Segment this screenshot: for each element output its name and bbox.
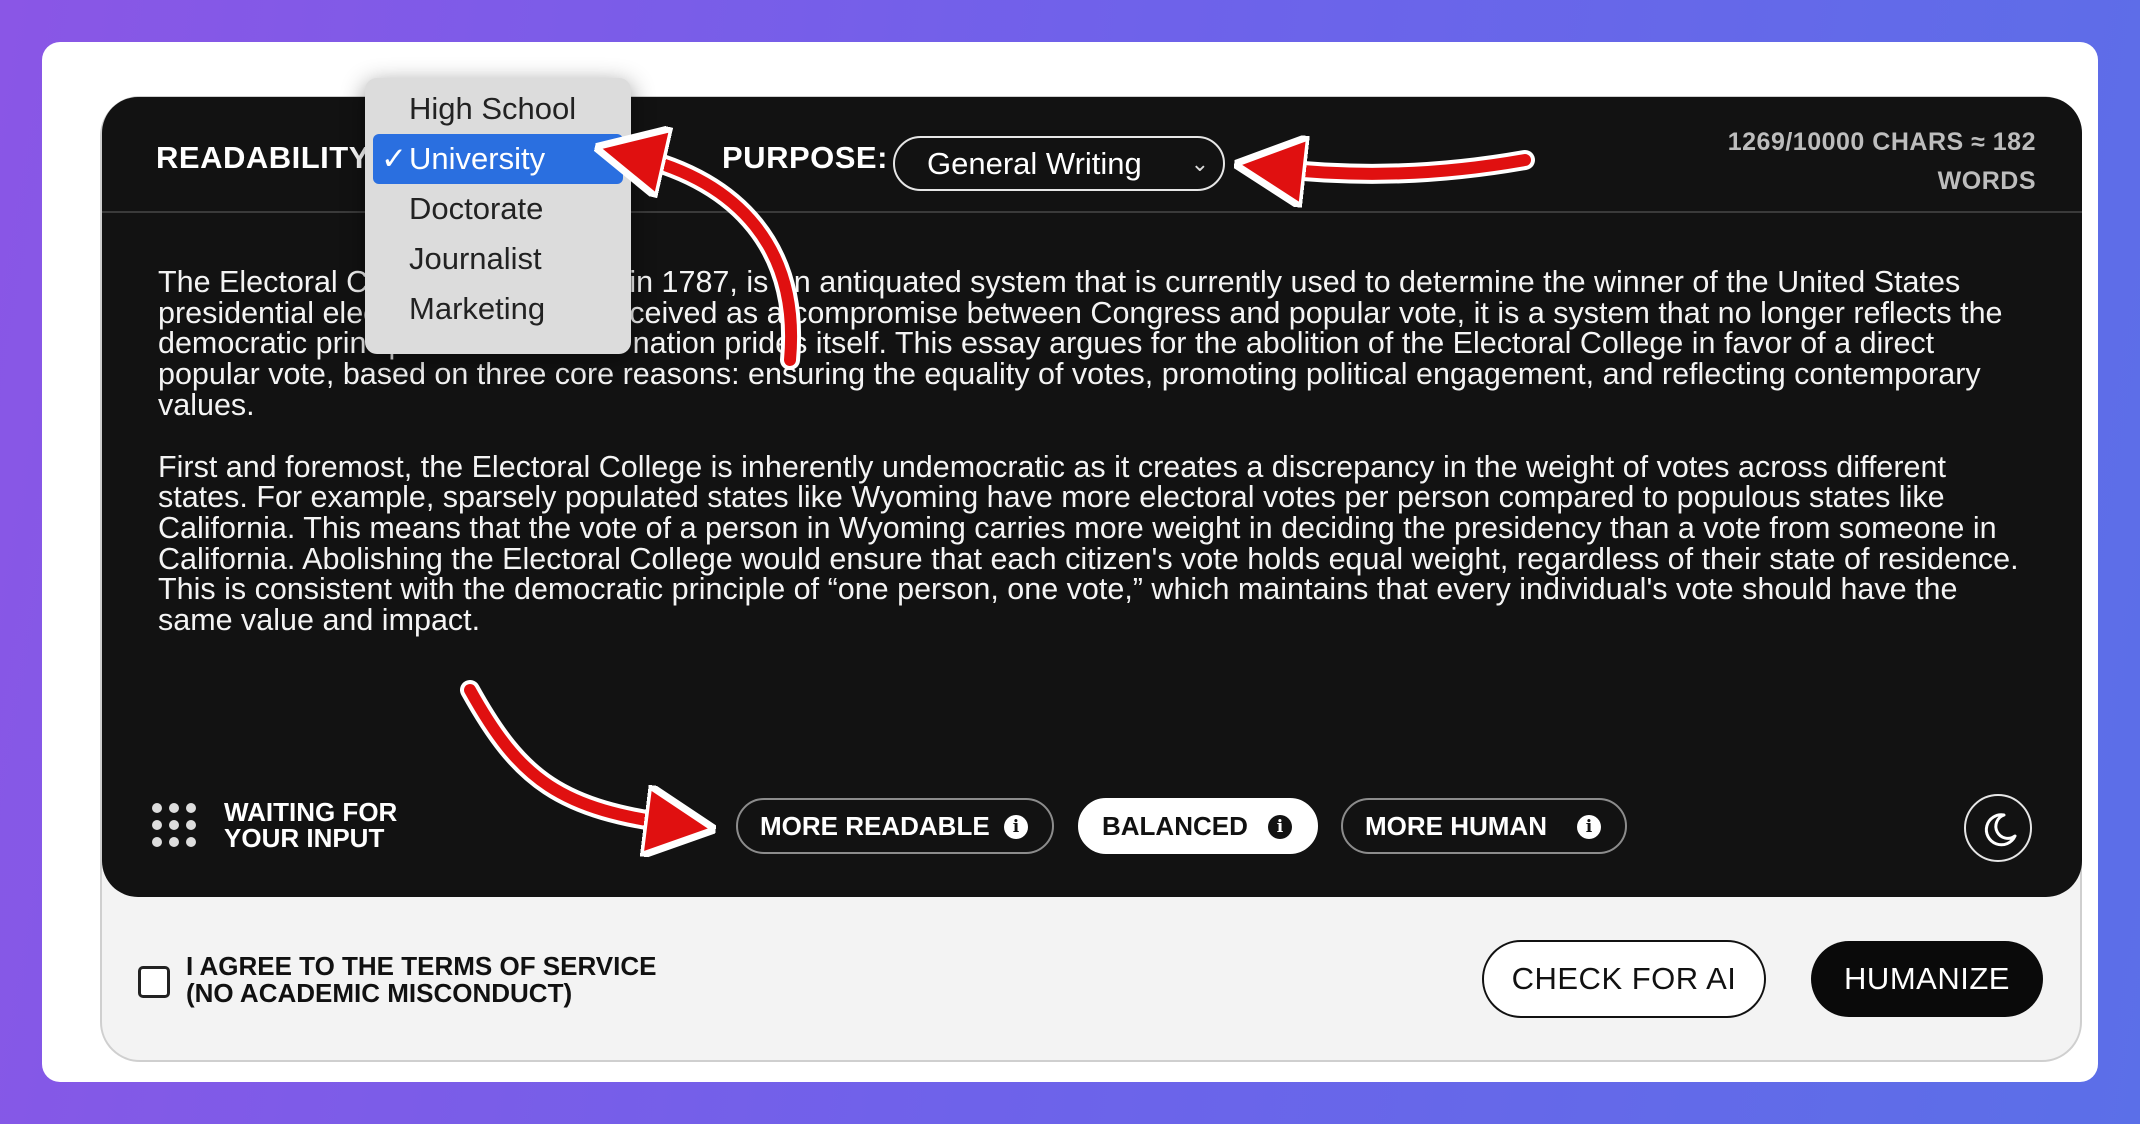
chevron-down-icon: ⌄ — [1190, 151, 1209, 176]
option-label: Journalist — [409, 241, 542, 276]
mode-label: MORE HUMAN — [1365, 811, 1547, 841]
purpose-select[interactable]: General Writing ⌄ — [893, 136, 1225, 191]
readability-dropdown[interactable]: High School ✓ University Doctorate Journ… — [365, 78, 631, 354]
readability-option-doctorate[interactable]: Doctorate — [373, 184, 623, 234]
mode-label: BALANCED — [1102, 811, 1248, 841]
checkmark-icon: ✓ — [381, 141, 407, 176]
mode-balanced-button[interactable]: BALANCED i — [1078, 798, 1318, 854]
char-counter: 1269/10000 CHARS ≈ 182 WORDS — [1728, 123, 2036, 201]
status-line2: YOUR INPUT — [224, 823, 385, 853]
status-text: WAITING FOR YOUR INPUT — [224, 799, 484, 851]
moon-icon — [1984, 813, 2017, 847]
terms-checkbox[interactable] — [138, 966, 170, 998]
mode-label: MORE READABLE — [760, 811, 990, 841]
char-counter-line2: WORDS — [1937, 167, 2036, 195]
readability-option-marketing[interactable]: Marketing — [373, 284, 623, 334]
terms-line2: (NO ACADEMIC MISCONDUCT) — [186, 978, 573, 1008]
terms-line1: I AGREE TO THE TERMS OF SERVICE — [186, 951, 657, 981]
terms-label: I AGREE TO THE TERMS OF SERVICE (NO ACAD… — [186, 953, 656, 1007]
mode-more-readable-button[interactable]: MORE READABLE i — [736, 798, 1054, 854]
mode-more-human-button[interactable]: MORE HUMAN i — [1341, 798, 1627, 854]
purpose-label: PURPOSE: — [722, 140, 888, 175]
readability-option-high-school[interactable]: High School — [373, 84, 623, 134]
info-icon[interactable]: i — [1268, 815, 1292, 839]
status-line1: WAITING FOR — [224, 797, 398, 827]
theme-toggle-button[interactable] — [1964, 794, 2032, 862]
char-counter-line1: 1269/10000 CHARS ≈ 182 — [1727, 128, 2036, 156]
humanize-button[interactable]: HUMANIZE — [1811, 941, 2043, 1017]
purpose-select-value: General Writing — [927, 146, 1142, 181]
check-for-ai-button[interactable]: CHECK FOR AI — [1482, 940, 1766, 1018]
option-label: University — [409, 141, 546, 176]
dots-grid-icon — [152, 803, 198, 849]
readability-option-university[interactable]: ✓ University — [373, 134, 623, 184]
info-icon[interactable]: i — [1577, 815, 1601, 839]
readability-label: READABILITY: — [156, 140, 379, 175]
option-label: High School — [409, 91, 577, 126]
option-label: Doctorate — [409, 191, 544, 226]
info-icon[interactable]: i — [1004, 815, 1028, 839]
essay-paragraph: First and foremost, the Electoral Colleg… — [158, 449, 2019, 638]
option-label: Marketing — [409, 291, 546, 326]
readability-option-journalist[interactable]: Journalist — [373, 234, 623, 284]
